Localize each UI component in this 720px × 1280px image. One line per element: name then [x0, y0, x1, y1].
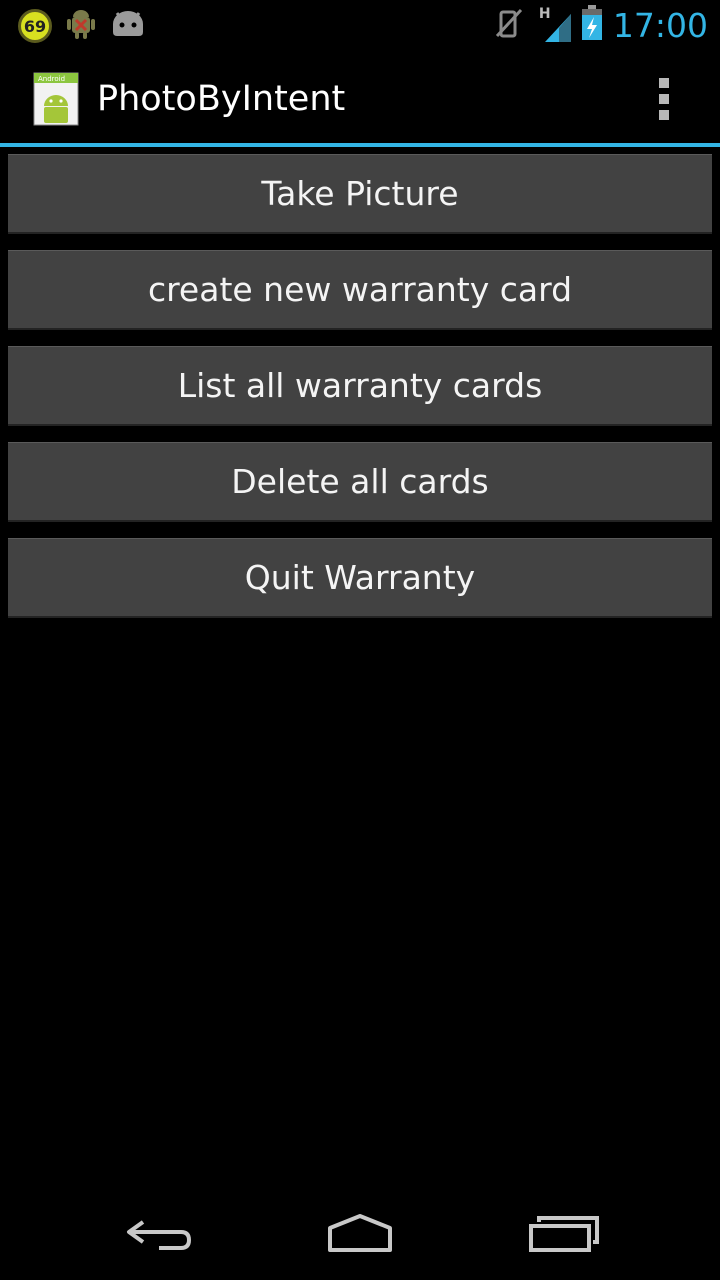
delete-all-cards-button[interactable]: Delete all cards	[8, 442, 712, 522]
android-debug-icon	[66, 8, 96, 44]
android-bot-icon	[110, 10, 146, 42]
action-bar-divider	[0, 143, 720, 147]
create-warranty-card-button[interactable]: create new warranty card	[8, 250, 712, 330]
quit-warranty-button[interactable]: Quit Warranty	[8, 538, 712, 618]
notification-count-icon: 69	[18, 9, 52, 43]
recent-apps-icon[interactable]	[518, 1204, 608, 1264]
battery-charging-icon	[581, 5, 603, 45]
status-bar: 69 H 17:00	[0, 0, 720, 50]
back-icon[interactable]	[114, 1204, 204, 1264]
list-warranty-cards-button[interactable]: List all warranty cards	[8, 346, 712, 426]
app-icon-label: Android	[38, 75, 65, 83]
navigation-bar	[0, 1186, 720, 1280]
app-title: PhotoByIntent	[97, 79, 346, 119]
status-clock: 17:00	[612, 5, 708, 45]
signal-icon: H	[539, 6, 573, 44]
status-bar-system: H 17:00	[495, 4, 708, 46]
overflow-menu-icon[interactable]	[646, 72, 682, 126]
app-icon[interactable]: Android	[32, 72, 80, 126]
main-button-list: Take Picture create new warranty card Li…	[8, 154, 712, 634]
take-picture-button[interactable]: Take Picture	[8, 154, 712, 234]
notification-count: 69	[23, 16, 47, 36]
mute-icon	[495, 6, 525, 44]
home-icon[interactable]	[315, 1204, 405, 1264]
status-bar-notifications: 69	[18, 8, 146, 44]
